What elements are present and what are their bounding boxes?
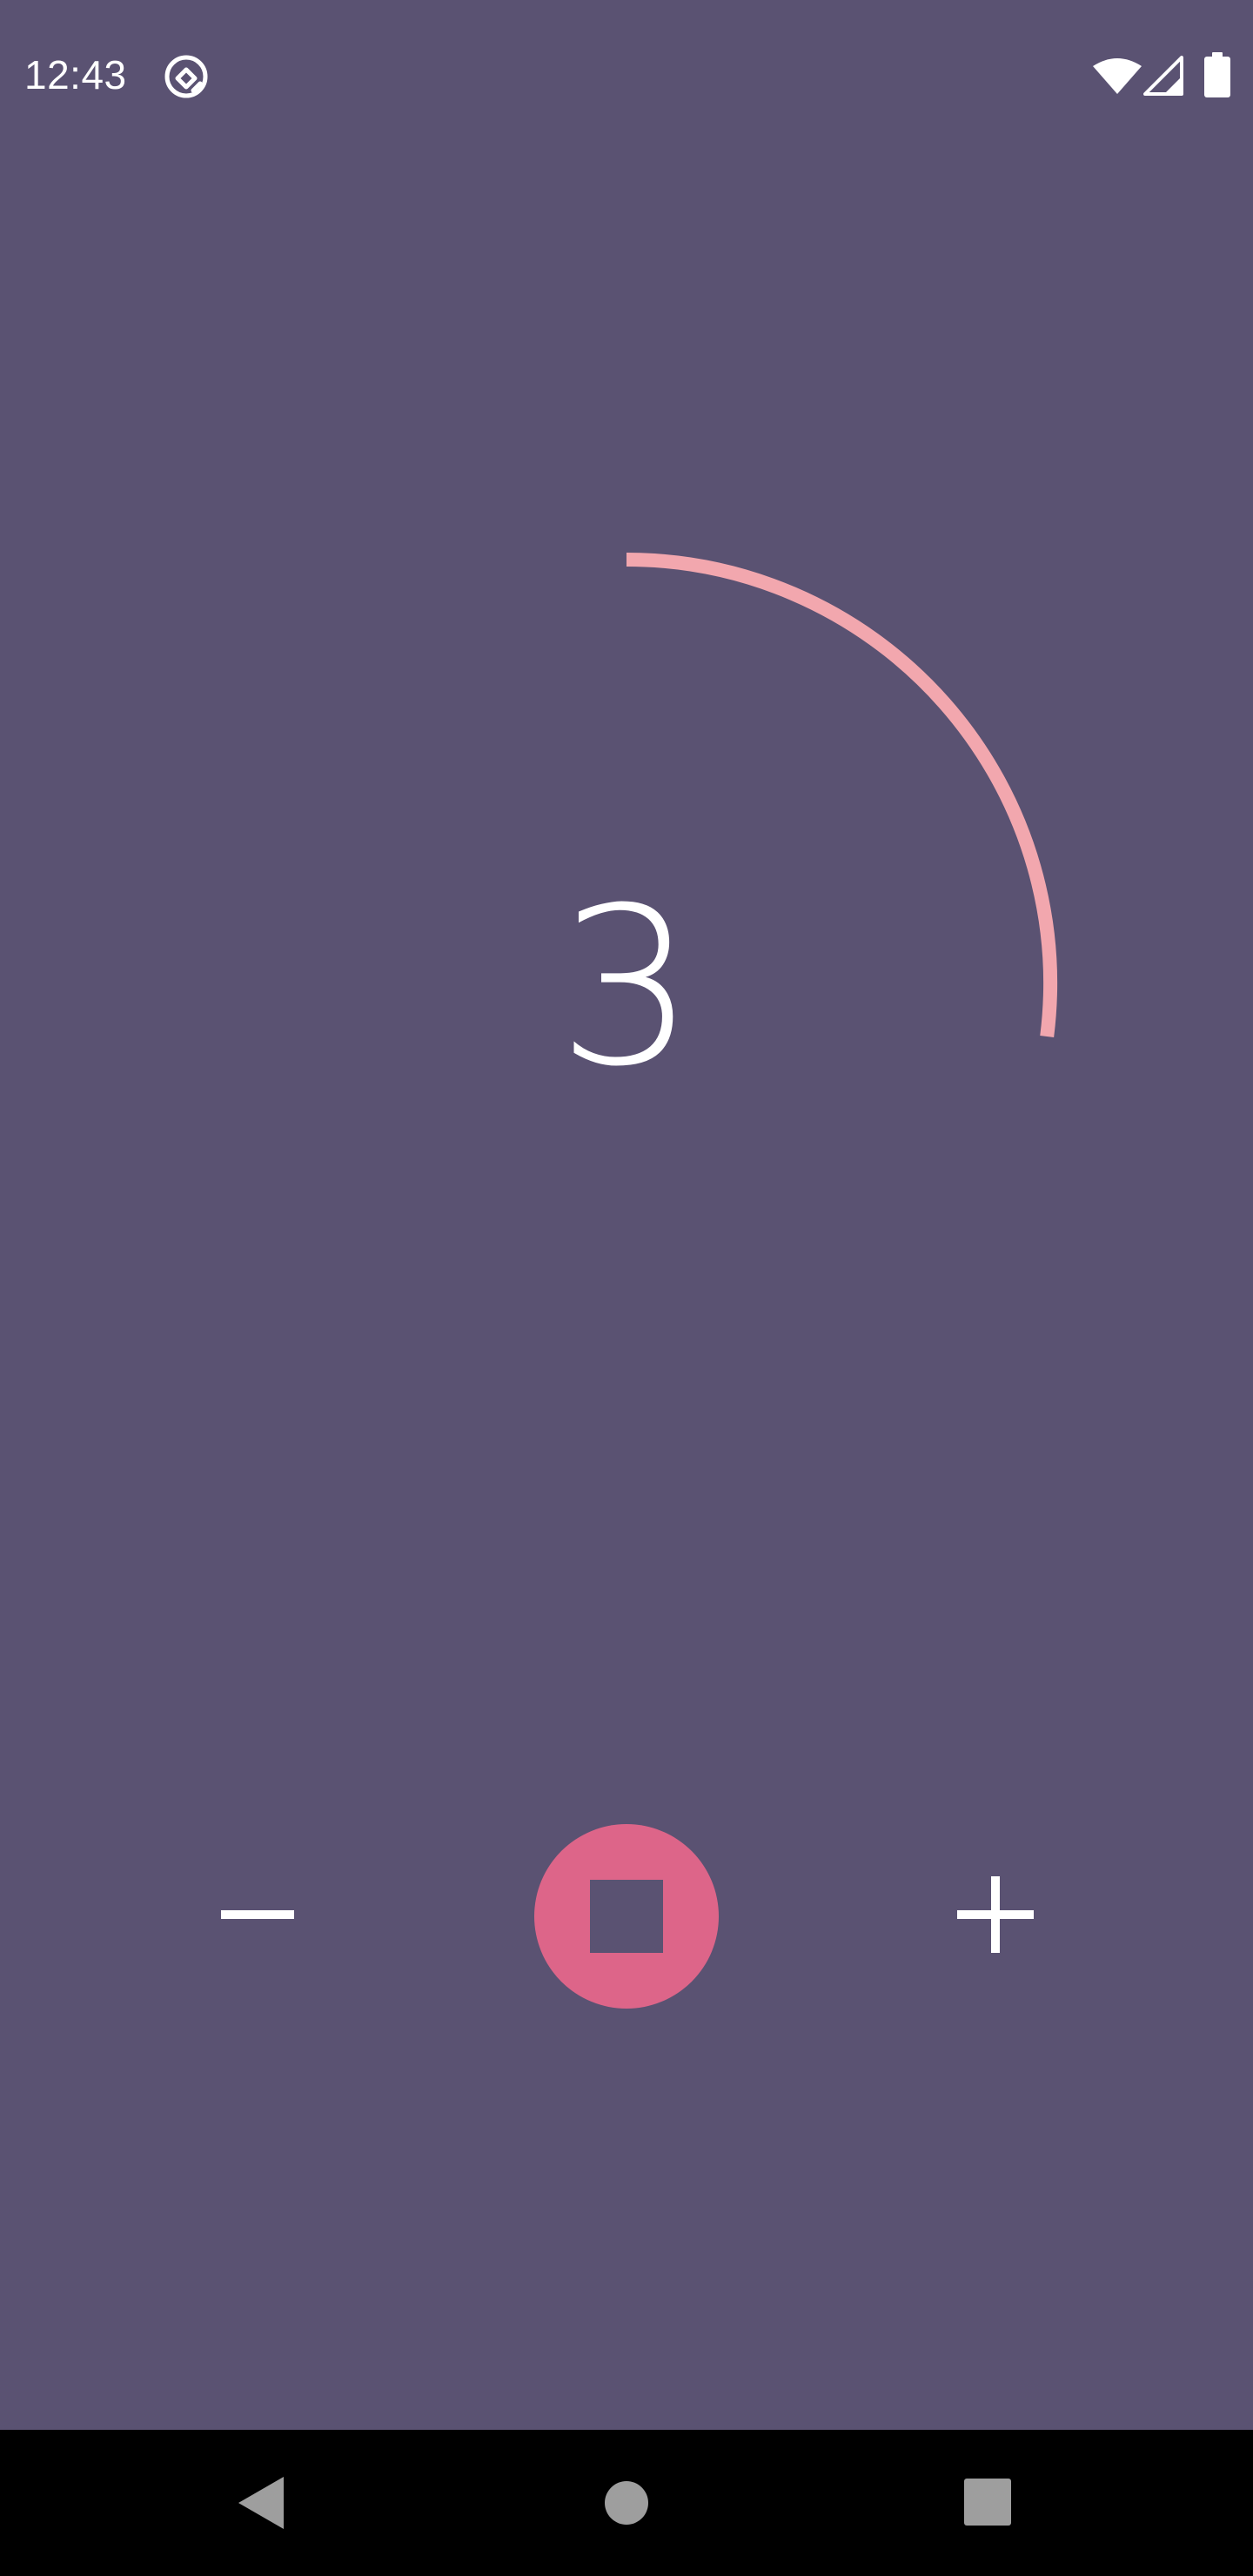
plus-icon bbox=[957, 1876, 1034, 1953]
increase-button[interactable] bbox=[943, 1862, 1048, 1967]
back-icon[interactable] bbox=[237, 2475, 285, 2531]
decrease-button[interactable] bbox=[205, 1875, 310, 1954]
stop-icon bbox=[590, 1880, 663, 1953]
navigation-bar bbox=[0, 2430, 1253, 2576]
recents-icon[interactable] bbox=[964, 2479, 1011, 2526]
home-icon[interactable] bbox=[604, 2480, 649, 2526]
timer-count: 3 bbox=[557, 861, 696, 1114]
timer-screen: 12:43 3 bbox=[0, 0, 1253, 2430]
minus-icon bbox=[221, 1910, 294, 1919]
stop-button[interactable] bbox=[534, 1824, 719, 2009]
timer-progress-ring bbox=[626, 553, 1057, 1037]
